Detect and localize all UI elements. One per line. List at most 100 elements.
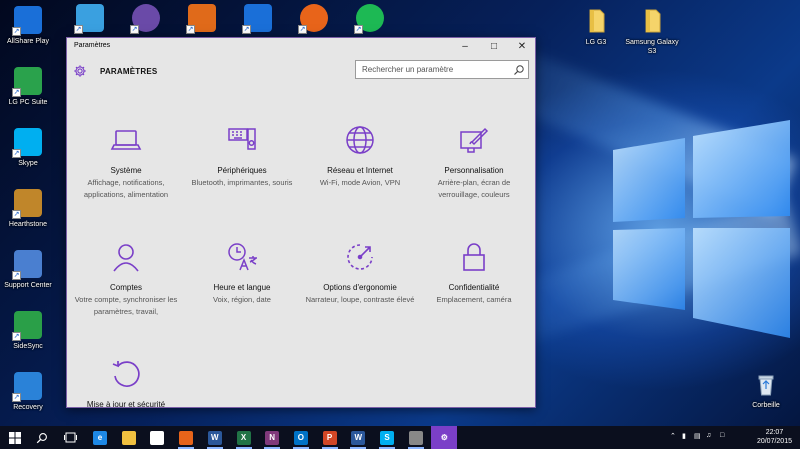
- start-button[interactable]: [2, 426, 28, 449]
- taskbar-app-button[interactable]: O: [288, 426, 314, 449]
- taskbar-app-button[interactable]: [173, 426, 199, 449]
- shortcut-arrow-icon: ↗: [12, 210, 21, 219]
- onenote-icon: N: [265, 430, 280, 445]
- desktop-shortcut[interactable]: ↗ Skype: [0, 128, 56, 168]
- search-button[interactable]: [29, 426, 55, 449]
- tile-accounts[interactable]: Comptes Votre compte, synchroniser les p…: [71, 241, 181, 317]
- desktop-shortcut[interactable]: ↗ SideSync: [0, 311, 56, 351]
- app-icon: [408, 430, 423, 445]
- app-icon-1: ↗: [74, 4, 104, 34]
- firefox-icon: ↗: [298, 4, 328, 34]
- personalization-icon: [460, 127, 489, 153]
- taskbar-app-button[interactable]: W: [345, 426, 371, 449]
- desktop-shortcut[interactable]: ↗ Hearthstone: [0, 189, 56, 229]
- shortcut-arrow-icon: ↗: [12, 88, 21, 97]
- taskbar-app-button[interactable]: X: [231, 426, 257, 449]
- shortcut-arrow-icon: ↗: [130, 25, 139, 34]
- time-language-icon: [228, 243, 257, 271]
- search-box[interactable]: [355, 60, 529, 79]
- search-icon[interactable]: [513, 64, 525, 76]
- shortcut-arrow-icon: ↗: [298, 25, 307, 34]
- file-explorer-icon: [121, 430, 136, 445]
- network-icon[interactable]: ▤: [694, 432, 701, 440]
- ease-of-access-icon: [347, 244, 373, 270]
- taskbar-app-button[interactable]: [144, 426, 170, 449]
- shortcut-arrow-icon: ↗: [12, 27, 21, 36]
- desktop-folder-samsung-galaxy-s3[interactable]: Samsung Galaxy S3: [624, 7, 680, 56]
- settings-header: PARAMÈTRES: [67, 56, 535, 86]
- gear-icon: [74, 65, 86, 77]
- recovery-icon: ↗: [12, 372, 42, 402]
- windows-logo-icon: [613, 120, 790, 338]
- taskbar: e W X N O P W S ⚙ ⌃ ▮ ▤ ♫ □ 22:07 20/07/2015: [0, 426, 800, 449]
- battery-icon[interactable]: ▮: [682, 432, 686, 440]
- settings-window: Paramètres – □ ✕ PARAMÈTRES Sys: [66, 37, 536, 408]
- task-view-icon: [63, 432, 77, 443]
- word-doc-icon: W: [351, 430, 366, 445]
- desktop-shortcut[interactable]: ↗ LG PC Suite: [0, 67, 56, 107]
- tile-update-security[interactable]: Mise à jour et sécurité: [71, 358, 181, 407]
- lock-icon: [463, 243, 485, 271]
- recycle-bin-icon: [752, 370, 780, 398]
- task-view-button[interactable]: [57, 426, 83, 449]
- support-center-icon: ↗: [12, 250, 42, 280]
- taskbar-app-button[interactable]: [403, 426, 429, 449]
- tile-system[interactable]: Système Affichage, notifications, applic…: [71, 124, 181, 200]
- word-icon: W: [207, 430, 222, 445]
- shortcut-arrow-icon: ↗: [12, 271, 21, 280]
- powerpoint-icon: P: [322, 430, 337, 445]
- desktop-shortcut[interactable]: ↗: [62, 4, 118, 35]
- tile-time-language[interactable]: Heure et langue Voix, région, date: [187, 241, 297, 306]
- tile-personalization[interactable]: Personnalisation Arrière-plan, écran de …: [419, 124, 529, 200]
- taskbar-app-button[interactable]: S: [374, 426, 400, 449]
- desktop-shortcut[interactable]: ↗: [286, 4, 342, 35]
- close-button[interactable]: ✕: [508, 38, 535, 56]
- window-title: Paramètres: [74, 42, 111, 49]
- search-input[interactable]: [356, 61, 506, 78]
- desktop-folder-lg-g3[interactable]: LG G3: [568, 7, 624, 47]
- clock[interactable]: 22:07 20/07/2015: [757, 428, 792, 446]
- tile-devices[interactable]: Périphériques Bluetooth, imprimantes, so…: [187, 124, 297, 189]
- skype-icon: ↗: [12, 128, 42, 158]
- volume-icon[interactable]: ♫: [706, 432, 711, 439]
- excel-icon: X: [236, 430, 251, 445]
- taskbar-app-button[interactable]: W: [202, 426, 228, 449]
- taskbar-app-button[interactable]: e: [87, 426, 113, 449]
- desktop-shortcut[interactable]: ↗: [118, 4, 174, 35]
- desktop-shortcut[interactable]: ↗: [174, 4, 230, 35]
- lg-pcsuite-icon: ↗: [12, 67, 42, 97]
- taskbar-app-button[interactable]: P: [317, 426, 343, 449]
- spotify-icon: ↗: [354, 4, 384, 34]
- shortcut-arrow-icon: ↗: [74, 25, 83, 34]
- desktop-shortcut[interactable]: ↗: [342, 4, 398, 35]
- shortcut-arrow-icon: ↗: [12, 332, 21, 341]
- desktop-shortcut[interactable]: ↗: [230, 4, 286, 35]
- taskbar-app-button[interactable]: [116, 426, 142, 449]
- taskbar-app-button[interactable]: ⚙: [431, 426, 458, 449]
- minimize-button[interactable]: –: [451, 38, 479, 56]
- firefox-icon: [179, 430, 194, 445]
- hearthstone-icon: ↗: [12, 189, 42, 219]
- tile-privacy[interactable]: Confidentialité Emplacement, caméra: [419, 241, 529, 306]
- desktop-shortcut[interactable]: ↗ Recovery: [0, 372, 56, 412]
- allshare-icon: ↗: [12, 6, 42, 36]
- maximize-button[interactable]: □: [480, 38, 508, 56]
- tile-network-internet[interactable]: Réseau et Internet Wi-Fi, mode Avion, VP…: [305, 124, 415, 189]
- chevron-up-icon[interactable]: ⌃: [670, 432, 676, 440]
- taskbar-app-button[interactable]: N: [259, 426, 285, 449]
- devices-icon: [228, 128, 256, 150]
- shortcut-arrow-icon: ↗: [12, 393, 21, 402]
- recycle-bin[interactable]: Corbeille: [738, 370, 794, 410]
- window-titlebar[interactable]: Paramètres – □ ✕: [67, 38, 535, 56]
- notifications-icon[interactable]: □: [720, 432, 724, 439]
- settings-icon: ⚙: [440, 432, 448, 442]
- tile-ease-of-access[interactable]: Options d'ergonomie Narrateur, loupe, co…: [305, 241, 415, 306]
- globe-icon: [346, 126, 374, 154]
- store-icon: [150, 430, 165, 445]
- search-icon: [36, 432, 47, 443]
- app-icon-2: ↗: [130, 4, 160, 34]
- desktop-shortcut[interactable]: ↗ Support Center: [0, 250, 56, 290]
- desktop-shortcut[interactable]: ↗ AllShare Play: [0, 6, 56, 46]
- update-icon: [112, 361, 140, 387]
- page-title: PARAMÈTRES: [100, 67, 158, 76]
